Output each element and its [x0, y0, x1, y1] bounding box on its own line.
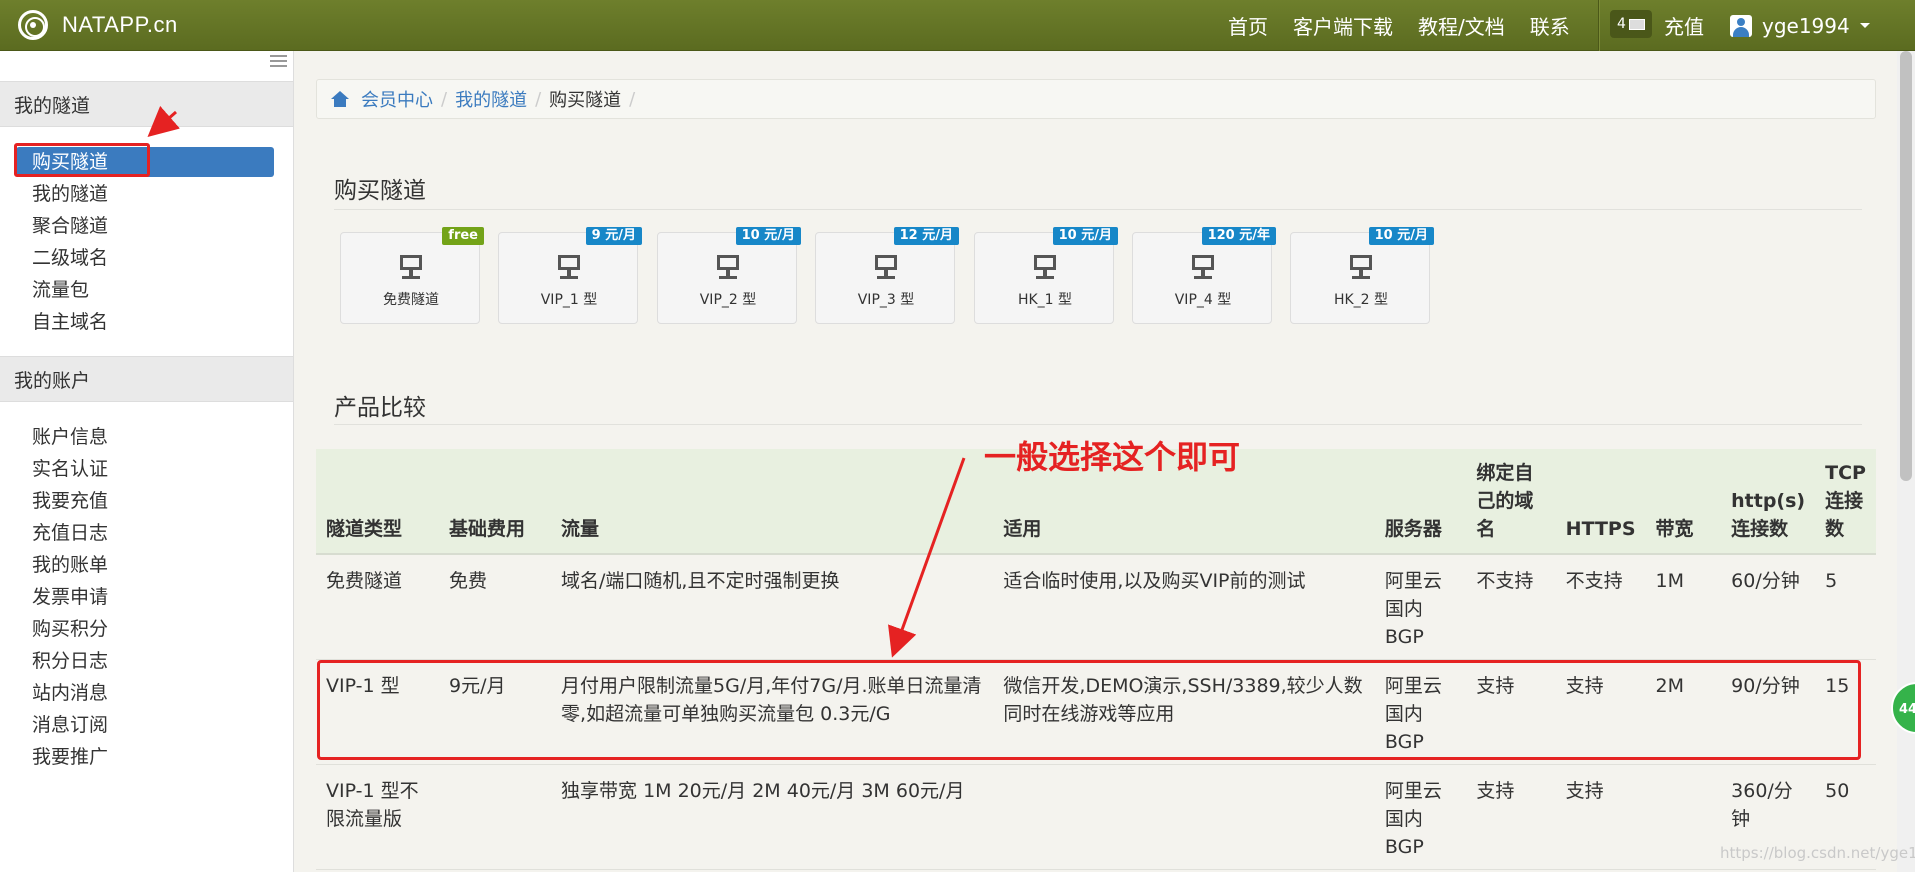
arrow-to-row: [888, 457, 966, 658]
arrow-to-sidebar: [147, 105, 180, 137]
scrollbar[interactable]: [1897, 51, 1915, 872]
watermark: https://blog.csdn.net/yge1994: [1720, 844, 1915, 862]
scroll-thumb[interactable]: [1900, 51, 1912, 481]
annotation-arrows: [147, 105, 966, 658]
